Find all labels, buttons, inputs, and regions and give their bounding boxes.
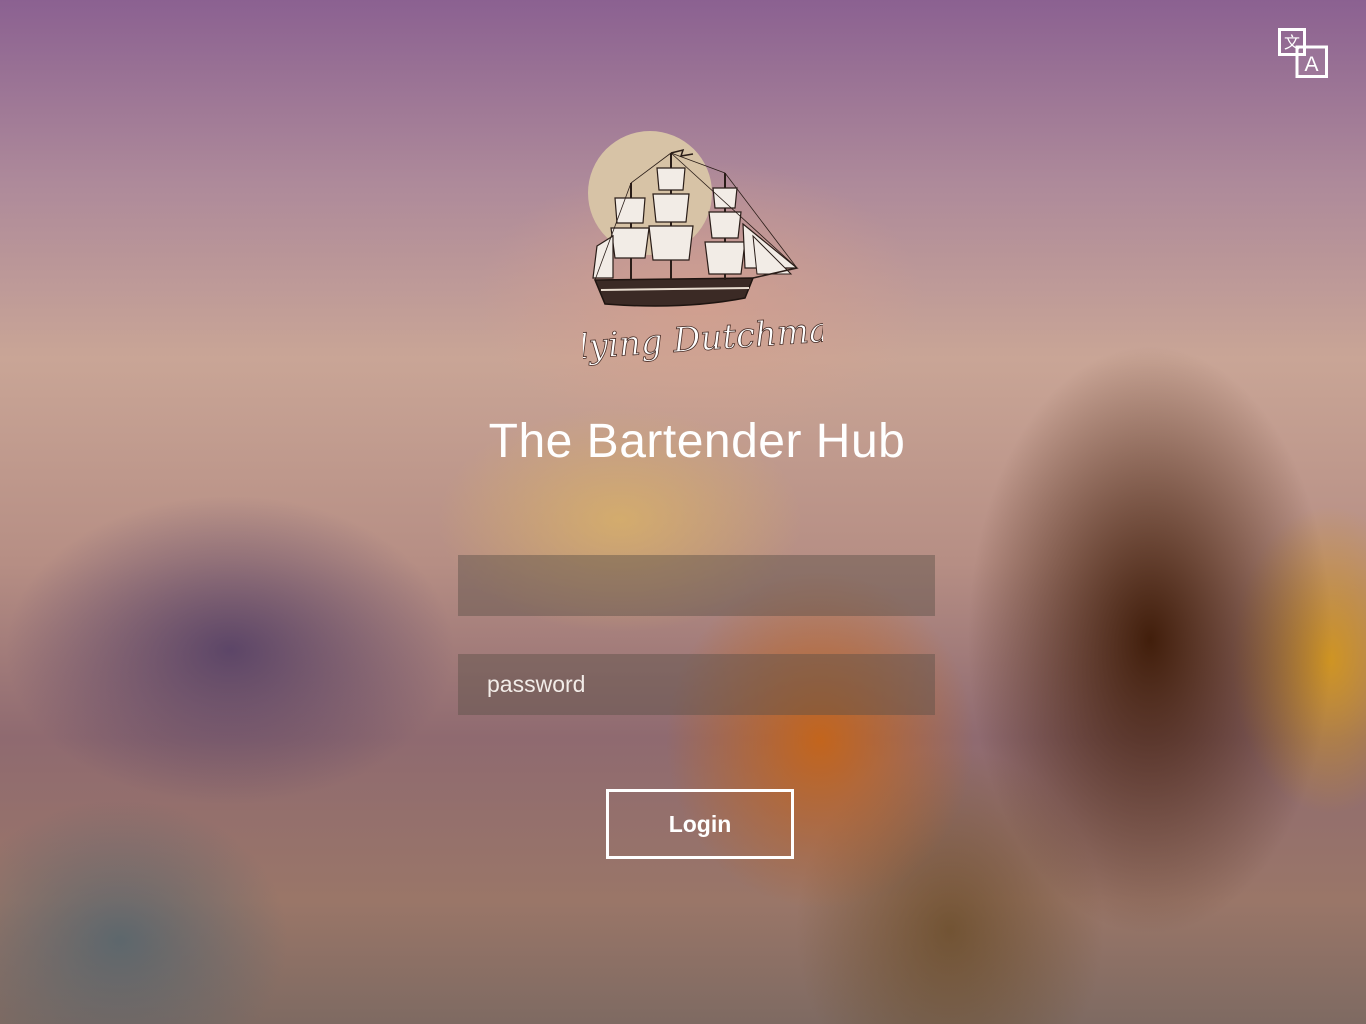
- password-input[interactable]: [458, 654, 935, 715]
- login-screen: 文 A Flying Dutchman The Bartender Hub Lo…: [0, 0, 1366, 1024]
- translate-icon: 文 A: [1278, 28, 1328, 78]
- brand-name-text: Flying Dutchman: [583, 309, 823, 370]
- login-button[interactable]: Login: [606, 789, 794, 859]
- ship-logo-icon: Flying Dutchman: [583, 131, 823, 370]
- svg-text:A: A: [1304, 53, 1318, 76]
- language-button[interactable]: 文 A: [1278, 28, 1328, 78]
- brand-logo: Flying Dutchman: [583, 128, 823, 373]
- page-title: The Bartender Hub: [488, 415, 906, 468]
- username-input[interactable]: [458, 555, 935, 616]
